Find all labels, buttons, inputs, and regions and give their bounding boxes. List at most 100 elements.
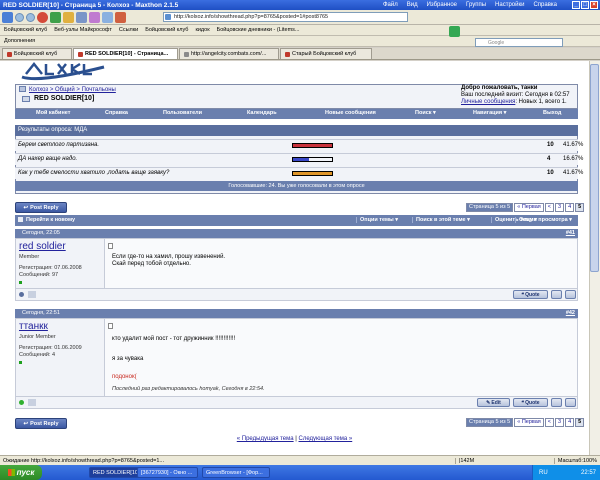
poll-bar	[292, 143, 333, 148]
search-thread-menu[interactable]: Поиск в этой теме ▾	[412, 217, 470, 223]
menu-groups[interactable]: Группы	[466, 2, 486, 8]
page-prev[interactable]: <	[544, 418, 555, 427]
page-link[interactable]: 4	[565, 418, 575, 427]
forward-button[interactable]	[26, 12, 35, 22]
page-first[interactable]: « Первая	[514, 418, 544, 427]
taskbar-item-greenbrowser[interactable]: GreenBrowser - [Фор...	[202, 467, 270, 478]
report-icon[interactable]	[28, 291, 36, 298]
address-bar[interactable]: http://kolxoz.info/showthread.php?p=8765…	[163, 12, 408, 22]
display-options-menu[interactable]: Опции просмотра ▾	[515, 217, 572, 223]
tab-fightclub[interactable]: Бойцовский клуб	[2, 48, 72, 59]
page-prev[interactable]: <	[544, 203, 555, 212]
language-indicator[interactable]: RU	[539, 470, 548, 476]
quote-button[interactable]: ❝ Quote	[513, 398, 548, 407]
quote-button[interactable]: ❝ Quote	[513, 290, 548, 299]
home-icon[interactable]	[63, 11, 74, 23]
username-link[interactable]: ттанкк	[19, 321, 48, 332]
post-permalink[interactable]: #42	[566, 309, 575, 318]
refresh-icon[interactable]	[50, 11, 61, 23]
nav-search[interactable]: Поиск ▾	[415, 110, 436, 116]
menu-view[interactable]: Вид	[407, 2, 418, 8]
nav-navigation[interactable]: Навигация ▾	[473, 110, 506, 116]
site-icon	[184, 51, 189, 57]
multiquote-button[interactable]	[551, 398, 562, 407]
multiquote-button[interactable]	[551, 290, 562, 299]
page-label[interactable]: Страница 5 из 5	[466, 418, 514, 427]
poll-option-text: ДА нахер ваще надо.	[18, 156, 78, 162]
menu-favorites[interactable]: Избранное	[427, 2, 457, 8]
scrollbar-thumb[interactable]	[590, 64, 599, 272]
page-link[interactable]: 3	[555, 203, 565, 212]
maximize-button[interactable]: □	[581, 1, 589, 9]
edit-button[interactable]: ✎ Edit	[477, 398, 510, 407]
pagination: Страница 5 из 5 « Первая < 3 4 5	[466, 203, 585, 212]
next-thread-link[interactable]: Следующая тема »	[299, 436, 353, 442]
quick-reply-button[interactable]	[565, 290, 576, 299]
clock[interactable]: 22:57	[581, 470, 596, 476]
new-window-icon[interactable]	[2, 11, 13, 23]
link-fightclub-2[interactable]: Бойцовский клуб	[145, 27, 188, 33]
poll-count: 10	[547, 142, 554, 148]
tab-old-fightclub[interactable]: Старый Бойцовский клуб	[280, 48, 372, 59]
print-icon[interactable]	[115, 11, 126, 23]
goto-new-link[interactable]: Перейти к новому	[26, 217, 75, 223]
nav-new-posts[interactable]: Новые сообщения	[325, 110, 376, 116]
edit-note: Последний раз редактировалось homyak, Се…	[112, 386, 265, 392]
page-link[interactable]: 3	[555, 418, 565, 427]
poll-count: 4	[547, 156, 551, 162]
page-first[interactable]: « Первая	[514, 203, 544, 212]
addons-button[interactable]: Дополнения	[4, 38, 35, 44]
report-icon[interactable]	[28, 399, 36, 406]
poll-option-text: Берем светлого партизана.	[18, 142, 100, 148]
back-button[interactable]	[15, 12, 24, 22]
page-label[interactable]: Страница 5 из 5	[466, 203, 514, 212]
username-link[interactable]: red soldier	[19, 241, 66, 252]
page-link[interactable]: 4	[565, 203, 575, 212]
post-reply-button[interactable]: ↩ Post Reply	[15, 202, 67, 213]
link-kidok[interactable]: кидок	[195, 27, 209, 33]
post-permalink[interactable]: #41	[566, 229, 575, 238]
link-fightclub[interactable]: Бойцовский клуб	[4, 27, 47, 33]
link-links[interactable]: Ссылки	[119, 27, 138, 33]
nav-calendar[interactable]: Календарь	[247, 110, 277, 116]
nav-help[interactable]: Справка	[105, 110, 128, 116]
site-icon	[78, 51, 83, 57]
close-button[interactable]: ×	[590, 1, 598, 9]
reputation-icon	[19, 281, 22, 284]
private-messages-link[interactable]: Личные сообщения	[461, 99, 515, 105]
tab-red-soldier[interactable]: RED SOLDIER[10] - Страница...	[73, 48, 178, 59]
nav-usercp[interactable]: Мой кабинет	[36, 110, 70, 116]
thread-icon	[22, 96, 30, 102]
link-msft[interactable]: Веб-узлы Майкрософт	[54, 27, 112, 33]
link-diaries[interactable]: Бойцовские дневники - (Litems...	[217, 27, 300, 33]
thread-options-menu[interactable]: Опции темы ▾	[356, 217, 398, 223]
user-info: Регистрация: 07.06.2008 Сообщений: 97	[19, 265, 82, 279]
start-button[interactable]: пуск	[0, 465, 42, 480]
menu-settings[interactable]: Настройки	[495, 2, 524, 8]
google-search-input[interactable]: Google	[475, 38, 563, 47]
tab-angelcity[interactable]: http://angelcity.combats.com/...	[179, 48, 279, 59]
favorites-icon[interactable]	[89, 11, 100, 23]
nav-members[interactable]: Пользователи	[163, 110, 202, 116]
previous-thread-link[interactable]: « Предыдущая тема	[237, 436, 294, 442]
zoom-level[interactable]: Масштаб:100%	[553, 457, 600, 464]
post-header: Сегодня, 22:51 #42	[15, 309, 578, 318]
forum-home-icon[interactable]	[19, 86, 26, 92]
nav-logout[interactable]: Выход	[543, 110, 561, 116]
history-icon[interactable]	[76, 11, 87, 23]
stop-icon[interactable]	[37, 11, 48, 23]
breadcrumb[interactable]: Колхоз > Общий > Почтальоны	[29, 87, 116, 93]
taskbar-item-chat[interactable]: [36727930] - Окно ...	[137, 467, 198, 478]
menu-file[interactable]: Файл	[383, 2, 398, 8]
greenbrowser-icon[interactable]	[449, 26, 460, 37]
status-bar: Ожидание http://kolxoz.info/showthread.p…	[0, 455, 600, 465]
clock-icon[interactable]	[102, 11, 113, 23]
menu-help[interactable]: Справка	[533, 2, 557, 8]
minimize-button[interactable]: _	[572, 1, 580, 9]
windows-logo-icon	[7, 469, 15, 476]
post-reply-button-bottom[interactable]: ↩ Post Reply	[15, 418, 67, 429]
poll-title: Результаты опроса: МДА	[15, 125, 578, 136]
site-logo[interactable]	[20, 61, 106, 86]
site-icon	[285, 51, 290, 57]
quick-reply-button[interactable]	[565, 398, 576, 407]
